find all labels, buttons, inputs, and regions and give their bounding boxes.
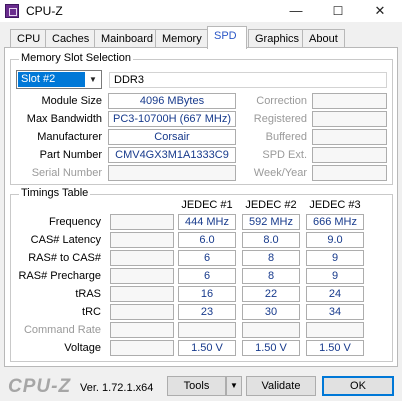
timing-cell [242, 322, 300, 338]
timing-label: Voltage [64, 342, 101, 354]
timing-cell [306, 322, 364, 338]
timing-cell: 8 [242, 268, 300, 284]
timing-cell: 444 MHz [178, 214, 236, 230]
serial-number-value [108, 165, 236, 181]
timing-xmp-cell [110, 286, 174, 302]
tools-dropdown-arrow-icon[interactable]: ▼ [226, 376, 242, 396]
column-header-jedec-1: JEDEC #1 [181, 199, 233, 211]
registered-value [312, 111, 387, 127]
timing-label: tRAS [75, 288, 101, 300]
column-header-jedec-3: JEDEC #3 [309, 199, 361, 211]
column-header-jedec-2: JEDEC #2 [245, 199, 297, 211]
timing-cell: 23 [178, 304, 236, 320]
timing-xmp-cell [110, 304, 174, 320]
timing-cell: 22 [242, 286, 300, 302]
spd-panel: Memory Slot Selection Slot #2 ▼ DDR3 Mod… [4, 47, 398, 367]
timing-label: tRC [82, 306, 101, 318]
timing-cell: 9 [306, 268, 364, 284]
correction-value [312, 93, 387, 109]
spd-ext-value [312, 147, 387, 163]
memory-slot-group: Memory Slot Selection Slot #2 ▼ DDR3 Mod… [10, 52, 393, 185]
manufacturer-value: Corsair [108, 129, 236, 145]
timing-cell: 6.0 [178, 232, 236, 248]
tab-memory[interactable]: Memory [155, 29, 209, 49]
timing-cell: 592 MHz [242, 214, 300, 230]
tab-graphics[interactable]: Graphics [248, 29, 307, 49]
title-bar: CPU-Z — ☐ ✕ [0, 0, 402, 22]
timing-label: Command Rate [23, 324, 101, 336]
timing-cell: 666 MHz [306, 214, 364, 230]
version-label: Ver. 1.72.1.x64 [80, 382, 154, 394]
timing-xmp-cell [110, 232, 174, 248]
tools-button[interactable]: Tools [167, 376, 226, 396]
chevron-down-icon: ▼ [86, 72, 100, 87]
timing-cell: 8.0 [242, 232, 300, 248]
tab-bar: CPU Caches Mainboard Memory SPD Graphics… [0, 26, 402, 49]
tab-cpu[interactable]: CPU [10, 29, 48, 49]
timing-cell: 1.50 V [178, 340, 236, 356]
timing-label: Frequency [49, 216, 101, 228]
close-button[interactable]: ✕ [360, 0, 400, 22]
correction-label: Correction [256, 95, 307, 107]
timing-xmp-cell [110, 250, 174, 266]
registered-label: Registered [253, 113, 307, 125]
part-number-label: Part Number [39, 149, 102, 161]
memory-slot-group-title: Memory Slot Selection [19, 52, 134, 64]
max-bandwidth-label: Max Bandwidth [26, 113, 102, 125]
timing-cell: 6 [178, 268, 236, 284]
week-year-label: Week/Year [253, 167, 307, 179]
timing-cell: 9 [306, 250, 364, 266]
timing-xmp-cell [110, 268, 174, 284]
minimize-button[interactable]: — [276, 0, 316, 22]
timing-cell: 1.50 V [242, 340, 300, 356]
part-number-value: CMV4GX3M1A1333C9 [108, 147, 236, 163]
timing-cell: 9.0 [306, 232, 364, 248]
timing-cell: 8 [242, 250, 300, 266]
serial-number-label: Serial Number [31, 167, 102, 179]
tab-spd[interactable]: SPD [207, 26, 247, 49]
slot-select-value: Slot #2 [18, 72, 85, 87]
tab-caches[interactable]: Caches [45, 29, 97, 49]
timing-cell: 30 [242, 304, 300, 320]
timing-cell [178, 322, 236, 338]
maximize-button[interactable]: ☐ [318, 0, 358, 22]
timing-cell: 6 [178, 250, 236, 266]
tab-mainboard[interactable]: Mainboard [94, 29, 160, 49]
timing-label: RAS# Precharge [18, 270, 101, 282]
timing-label: CAS# Latency [30, 234, 101, 246]
timings-table-group: Timings Table JEDEC #1 JEDEC #2 JEDEC #3… [10, 187, 393, 362]
window-title: CPU-Z [26, 4, 63, 18]
timings-table-group-title: Timings Table [19, 187, 91, 199]
buffered-value [312, 129, 387, 145]
timing-cell: 24 [306, 286, 364, 302]
timing-xmp-cell [110, 340, 174, 356]
footer-bar: CPU-Z Ver. 1.72.1.x64 Tools ▼ Validate O… [0, 369, 402, 401]
buffered-label: Buffered [265, 131, 307, 143]
timing-cell: 34 [306, 304, 364, 320]
timing-xmp-cell [110, 214, 174, 230]
timing-label: RAS# to CAS# [28, 252, 101, 264]
timing-cell: 16 [178, 286, 236, 302]
validate-button[interactable]: Validate [246, 376, 316, 396]
module-size-label: Module Size [41, 95, 102, 107]
cpu-z-app-icon [5, 4, 19, 18]
module-size-value: 4096 MBytes [108, 93, 236, 109]
manufacturer-label: Manufacturer [37, 131, 102, 143]
max-bandwidth-value: PC3-10700H (667 MHz) [108, 111, 236, 127]
week-year-value [312, 165, 387, 181]
tab-about[interactable]: About [302, 29, 345, 49]
cpu-z-logo: CPU-Z [8, 376, 72, 397]
spd-ext-label: SPD Ext. [262, 149, 307, 161]
memory-type-field: DDR3 [109, 72, 387, 88]
timing-cell: 1.50 V [306, 340, 364, 356]
slot-select[interactable]: Slot #2 ▼ [16, 70, 102, 89]
ok-button[interactable]: OK [322, 376, 394, 396]
timing-xmp-cell [110, 322, 174, 338]
